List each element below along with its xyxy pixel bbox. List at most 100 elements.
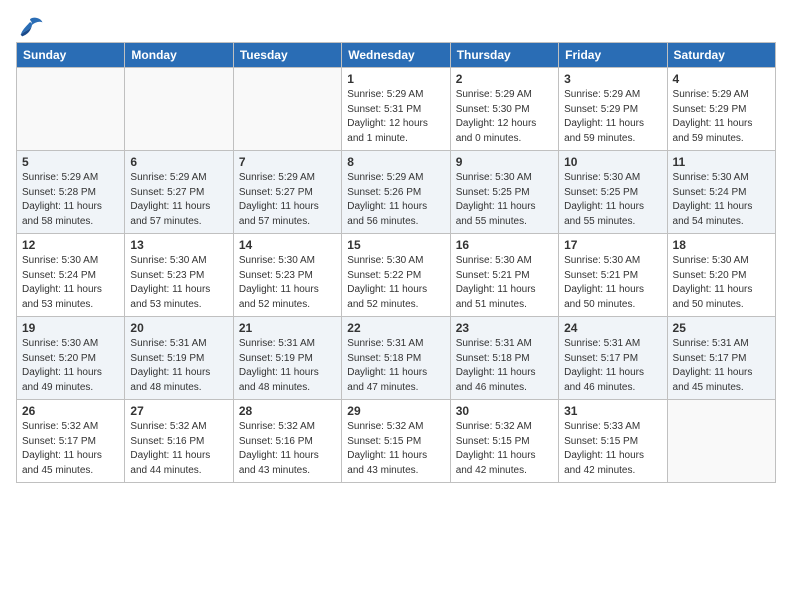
day-info: Sunrise: 5:32 AM Sunset: 5:17 PM Dayligh… [22, 420, 119, 478]
calendar-cell: 25Sunrise: 5:31 AM Sunset: 5:17 PM Dayli… [667, 317, 775, 400]
calendar-cell: 30 Sunrise: 5:32 AM Sunset: 5:15 PM Dayli… [450, 400, 558, 483]
day-number: 23 [456, 321, 553, 335]
calendar-cell: 24Sunrise: 5:31 AM Sunset: 5:17 PM Dayli… [559, 317, 667, 400]
day-number: 7 [239, 155, 336, 169]
calendar-cell: 13Sunrise: 5:30 AM Sunset: 5:23 PM Dayli… [125, 234, 233, 317]
day-info: Sunrise: 5:29 AM Sunset: 5:30 PM Dayligh… [456, 88, 553, 146]
day-info: Sunrise: 5:31 AM Sunset: 5:19 PM Dayligh… [130, 337, 227, 395]
day-number: 13 [130, 238, 227, 252]
day-info: Sunrise: 5:31 AM Sunset: 5:19 PM Dayligh… [239, 337, 336, 395]
calendar-cell: 19Sunrise: 5:30 AM Sunset: 5:20 PM Dayli… [17, 317, 125, 400]
day-number: 4 [673, 72, 770, 86]
day-info: Sunrise: 5:29 AM Sunset: 5:26 PM Dayligh… [347, 171, 444, 229]
calendar-cell: 23 Sunrise: 5:31 AM Sunset: 5:18 PM Dayli… [450, 317, 558, 400]
day-info: Sunrise: 5:32 AM Sunset: 5:16 PM Dayligh… [239, 420, 336, 478]
calendar-cell: 14 Sunrise: 5:30 AM Sunset: 5:23 PM Dayli… [233, 234, 341, 317]
calendar-cell [233, 68, 341, 151]
day-number: 6 [130, 155, 227, 169]
day-info: Sunrise: 5:30 AM Sunset: 5:23 PM Dayligh… [239, 254, 336, 312]
day-number: 3 [564, 72, 661, 86]
calendar-cell: 16 Sunrise: 5:30 AM Sunset: 5:21 PM Dayli… [450, 234, 558, 317]
day-number: 1 [347, 72, 444, 86]
calendar-cell: 2 Sunrise: 5:29 AM Sunset: 5:30 PM Daylig… [450, 68, 558, 151]
calendar-cell [667, 400, 775, 483]
day-info: Sunrise: 5:30 AM Sunset: 5:20 PM Dayligh… [673, 254, 770, 312]
calendar-cell: 6 Sunrise: 5:29 AM Sunset: 5:27 PM Daylig… [125, 151, 233, 234]
calendar-cell: 5 Sunrise: 5:29 AM Sunset: 5:28 PM Daylig… [17, 151, 125, 234]
day-number: 12 [22, 238, 119, 252]
column-header-saturday: Saturday [667, 43, 775, 68]
logo [16, 16, 48, 38]
day-number: 14 [239, 238, 336, 252]
day-info: Sunrise: 5:29 AM Sunset: 5:27 PM Dayligh… [239, 171, 336, 229]
day-info: Sunrise: 5:30 AM Sunset: 5:22 PM Dayligh… [347, 254, 444, 312]
calendar-cell: 29Sunrise: 5:32 AM Sunset: 5:15 PM Dayli… [342, 400, 450, 483]
day-info: Sunrise: 5:30 AM Sunset: 5:21 PM Dayligh… [564, 254, 661, 312]
day-number: 27 [130, 404, 227, 418]
day-number: 20 [130, 321, 227, 335]
day-number: 15 [347, 238, 444, 252]
day-number: 10 [564, 155, 661, 169]
day-info: Sunrise: 5:29 AM Sunset: 5:29 PM Dayligh… [564, 88, 661, 146]
calendar-cell: 12Sunrise: 5:30 AM Sunset: 5:24 PM Dayli… [17, 234, 125, 317]
day-info: Sunrise: 5:30 AM Sunset: 5:21 PM Dayligh… [456, 254, 553, 312]
calendar-cell: 18 Sunrise: 5:30 AM Sunset: 5:20 PM Dayli… [667, 234, 775, 317]
day-number: 26 [22, 404, 119, 418]
day-info: Sunrise: 5:31 AM Sunset: 5:17 PM Dayligh… [673, 337, 770, 395]
day-info: Sunrise: 5:33 AM Sunset: 5:15 PM Dayligh… [564, 420, 661, 478]
column-header-thursday: Thursday [450, 43, 558, 68]
page-header [16, 16, 776, 38]
day-info: Sunrise: 5:30 AM Sunset: 5:25 PM Dayligh… [456, 171, 553, 229]
day-number: 17 [564, 238, 661, 252]
day-info: Sunrise: 5:30 AM Sunset: 5:20 PM Dayligh… [22, 337, 119, 395]
day-info: Sunrise: 5:30 AM Sunset: 5:25 PM Dayligh… [564, 171, 661, 229]
calendar-cell: 28 Sunrise: 5:32 AM Sunset: 5:16 PM Dayli… [233, 400, 341, 483]
day-info: Sunrise: 5:31 AM Sunset: 5:18 PM Dayligh… [347, 337, 444, 395]
calendar-header-row: SundayMondayTuesdayWednesdayThursdayFrid… [17, 43, 776, 68]
calendar-cell: 7 Sunrise: 5:29 AM Sunset: 5:27 PM Daylig… [233, 151, 341, 234]
calendar-week-row: 1 Sunrise: 5:29 AM Sunset: 5:31 PM Daylig… [17, 68, 776, 151]
day-number: 2 [456, 72, 553, 86]
day-info: Sunrise: 5:29 AM Sunset: 5:29 PM Dayligh… [673, 88, 770, 146]
day-info: Sunrise: 5:29 AM Sunset: 5:31 PM Dayligh… [347, 88, 444, 146]
column-header-monday: Monday [125, 43, 233, 68]
calendar-week-row: 5 Sunrise: 5:29 AM Sunset: 5:28 PM Daylig… [17, 151, 776, 234]
calendar-cell: 9Sunrise: 5:30 AM Sunset: 5:25 PM Daylig… [450, 151, 558, 234]
day-number: 28 [239, 404, 336, 418]
calendar-cell: 21 Sunrise: 5:31 AM Sunset: 5:19 PM Dayli… [233, 317, 341, 400]
calendar-week-row: 26 Sunrise: 5:32 AM Sunset: 5:17 PM Dayli… [17, 400, 776, 483]
day-info: Sunrise: 5:32 AM Sunset: 5:15 PM Dayligh… [456, 420, 553, 478]
day-number: 30 [456, 404, 553, 418]
day-info: Sunrise: 5:31 AM Sunset: 5:18 PM Dayligh… [456, 337, 553, 395]
day-info: Sunrise: 5:31 AM Sunset: 5:17 PM Dayligh… [564, 337, 661, 395]
calendar-cell: 20 Sunrise: 5:31 AM Sunset: 5:19 PM Dayli… [125, 317, 233, 400]
calendar-week-row: 12Sunrise: 5:30 AM Sunset: 5:24 PM Dayli… [17, 234, 776, 317]
logo-bird-icon [16, 16, 44, 38]
day-info: Sunrise: 5:32 AM Sunset: 5:15 PM Dayligh… [347, 420, 444, 478]
column-header-wednesday: Wednesday [342, 43, 450, 68]
calendar-cell: 27 Sunrise: 5:32 AM Sunset: 5:16 PM Dayli… [125, 400, 233, 483]
day-number: 5 [22, 155, 119, 169]
column-header-friday: Friday [559, 43, 667, 68]
calendar-cell [125, 68, 233, 151]
calendar-cell: 17 Sunrise: 5:30 AM Sunset: 5:21 PM Dayli… [559, 234, 667, 317]
day-number: 18 [673, 238, 770, 252]
calendar-cell: 4 Sunrise: 5:29 AM Sunset: 5:29 PM Daylig… [667, 68, 775, 151]
day-info: Sunrise: 5:29 AM Sunset: 5:28 PM Dayligh… [22, 171, 119, 229]
calendar-cell: 8 Sunrise: 5:29 AM Sunset: 5:26 PM Daylig… [342, 151, 450, 234]
day-number: 11 [673, 155, 770, 169]
day-number: 31 [564, 404, 661, 418]
day-number: 22 [347, 321, 444, 335]
calendar-cell: 31 Sunrise: 5:33 AM Sunset: 5:15 PM Dayli… [559, 400, 667, 483]
day-info: Sunrise: 5:29 AM Sunset: 5:27 PM Dayligh… [130, 171, 227, 229]
calendar-cell: 3 Sunrise: 5:29 AM Sunset: 5:29 PM Daylig… [559, 68, 667, 151]
day-info: Sunrise: 5:32 AM Sunset: 5:16 PM Dayligh… [130, 420, 227, 478]
day-number: 8 [347, 155, 444, 169]
calendar-cell: 15 Sunrise: 5:30 AM Sunset: 5:22 PM Dayli… [342, 234, 450, 317]
calendar-week-row: 19Sunrise: 5:30 AM Sunset: 5:20 PM Dayli… [17, 317, 776, 400]
day-number: 16 [456, 238, 553, 252]
column-header-sunday: Sunday [17, 43, 125, 68]
calendar-cell: 11Sunrise: 5:30 AM Sunset: 5:24 PM Dayli… [667, 151, 775, 234]
day-number: 21 [239, 321, 336, 335]
calendar-cell: 10 Sunrise: 5:30 AM Sunset: 5:25 PM Dayli… [559, 151, 667, 234]
